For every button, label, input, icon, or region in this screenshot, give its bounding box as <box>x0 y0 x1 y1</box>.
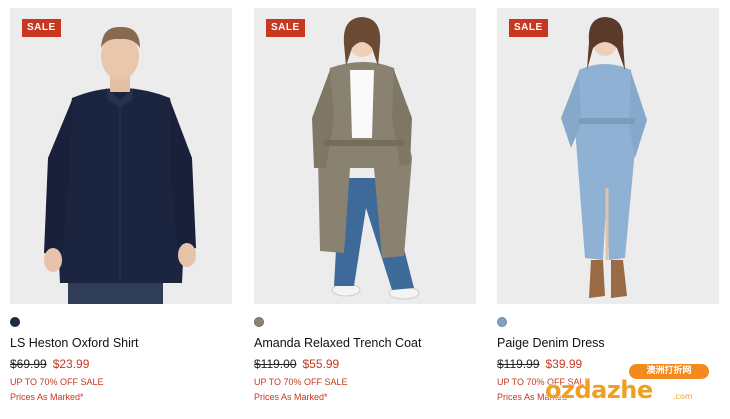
sale-price: $55.99 <box>302 357 340 371</box>
price-row: $119.00 $55.99 <box>254 357 339 371</box>
color-swatch[interactable] <box>497 317 507 327</box>
original-price: $119.00 <box>254 357 297 371</box>
product-card: SALE Paige Denim Dress $119.99 $39.99 UP … <box>497 0 719 419</box>
original-price: $69.99 <box>10 357 47 371</box>
product-image[interactable]: SALE <box>497 8 719 304</box>
sale-price: $23.99 <box>52 357 90 371</box>
original-price: $119.99 <box>497 357 540 371</box>
sale-badge: SALE <box>509 19 548 37</box>
price-row: $69.99 $23.99 <box>10 357 89 371</box>
promo-text: UP TO 70% OFF SALE <box>10 377 104 387</box>
color-swatch[interactable] <box>10 317 20 327</box>
product-image[interactable]: SALE <box>254 8 476 304</box>
denim-dress-model-photo <box>497 8 719 304</box>
sale-badge: SALE <box>22 19 61 37</box>
site-watermark: 澳洲打折网 ozdazhe .com <box>545 362 713 408</box>
prices-as-marked-link[interactable]: Prices As Marked* <box>254 392 328 402</box>
watermark-domain-suffix: .com <box>673 392 693 401</box>
sale-badge: SALE <box>266 19 305 37</box>
product-card: SALE LS Heston Oxford Shirt $69.99 $23.99… <box>10 0 232 419</box>
product-name[interactable]: Amanda Relaxed Trench Coat <box>254 336 421 350</box>
product-grid: SALE LS Heston Oxford Shirt $69.99 $23.99… <box>0 0 730 419</box>
watermark-logo-text: ozdazhe <box>545 376 653 404</box>
promo-text: UP TO 70% OFF SALE <box>254 377 348 387</box>
product-name[interactable]: Paige Denim Dress <box>497 336 605 350</box>
color-swatch[interactable] <box>254 317 264 327</box>
product-name[interactable]: LS Heston Oxford Shirt <box>10 336 139 350</box>
prices-as-marked-link[interactable]: Prices As Marked* <box>10 392 84 402</box>
trench-coat-model-photo <box>254 8 476 304</box>
product-card: SALE Amanda Relaxed Trench Coat $119.00 $… <box>254 0 476 419</box>
product-image[interactable]: SALE <box>10 8 232 304</box>
shirt-model-photo <box>10 8 232 304</box>
